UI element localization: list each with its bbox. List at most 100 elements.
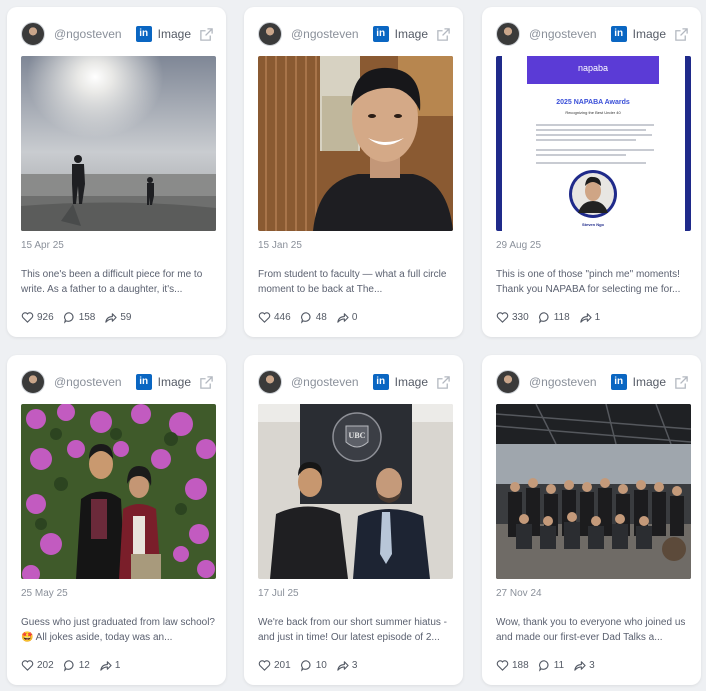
engagement-stats: 202 12 1 [21, 659, 129, 672]
likes-count: 201 [274, 660, 291, 671]
comments-stat: 12 [63, 659, 90, 672]
comment-icon [538, 660, 549, 672]
author-handle[interactable]: @ngosteven [54, 27, 122, 41]
engagement-stats: 201 10 3 [258, 659, 366, 672]
post-type-label: Image [632, 27, 666, 41]
post-card[interactable]: @ngosteven in Image [7, 355, 226, 685]
comments-count: 11 [553, 660, 565, 671]
heart-icon [21, 312, 34, 323]
card-header: @ngosteven in Image [496, 369, 689, 395]
napaba-awards-email: napaba 2025 NAPABA Awards Recognizing th… [496, 56, 691, 231]
post-caption[interactable]: Wow, thank you to everyone who joined us… [496, 615, 692, 645]
ubc-seal-text: UBC [349, 431, 366, 440]
author-handle[interactable]: @ngosteven [54, 375, 122, 389]
platform-badge: in Image [610, 26, 689, 42]
comment-icon [538, 312, 549, 324]
post-image[interactable]: napaba 2025 NAPABA Awards Recognizing th… [496, 56, 691, 231]
author-handle[interactable]: @ngosteven [291, 375, 359, 389]
post-type-label: Image [394, 375, 428, 389]
post-date: 17 Jul 25 [258, 588, 299, 599]
likes-count: 446 [274, 312, 291, 323]
shares-count: 3 [351, 660, 358, 671]
avatar[interactable] [496, 22, 520, 46]
avatar[interactable] [496, 370, 520, 394]
comment-icon [63, 312, 74, 324]
avatar[interactable] [258, 370, 282, 394]
post-caption[interactable]: This is one of those "pinch me" moments!… [496, 267, 692, 297]
post-date: 15 Apr 25 [21, 240, 64, 251]
award-name: Steven Ngo [582, 222, 605, 227]
comments-stat: 11 [538, 659, 564, 672]
shares-stat: 0 [336, 311, 358, 324]
external-link-icon[interactable] [436, 27, 451, 42]
post-card[interactable]: @ngosteven in Image [7, 7, 226, 337]
shares-count: 59 [120, 312, 132, 323]
awards-subheading: Recognizing the Best Under 40 [565, 110, 621, 115]
share-icon [574, 661, 586, 671]
comments-count: 10 [315, 660, 327, 671]
likes-stat: 188 [496, 659, 529, 672]
comment-icon [63, 660, 74, 672]
post-type-label: Image [632, 375, 666, 389]
post-image[interactable]: UBC [258, 404, 453, 579]
platform-badge: in Image [135, 374, 214, 390]
share-icon [100, 661, 112, 671]
post-date: 15 Jan 25 [258, 240, 302, 251]
post-card[interactable]: @ngosteven in Image UBC 17 Jul 25 We're … [244, 355, 463, 685]
share-icon [337, 313, 349, 323]
platform-badge: in Image [372, 374, 451, 390]
avatar[interactable] [258, 22, 282, 46]
linkedin-icon: in [372, 26, 389, 42]
avatar[interactable] [21, 370, 45, 394]
comment-icon [300, 312, 311, 324]
post-card[interactable]: @ngosteven in Image napaba 2025 NAPABA A… [482, 7, 701, 337]
heart-icon [496, 312, 509, 323]
linkedin-icon: in [372, 374, 389, 390]
comments-count: 158 [78, 312, 96, 323]
comment-icon [300, 660, 311, 672]
shares-count: 1 [114, 660, 121, 671]
author-handle[interactable]: @ngosteven [529, 27, 597, 41]
post-date: 29 Aug 25 [496, 240, 542, 251]
external-link-icon[interactable] [436, 375, 451, 390]
shares-stat: 1 [579, 311, 601, 324]
linkedin-icon: in [610, 374, 627, 390]
platform-badge: in Image [135, 26, 214, 42]
external-link-icon[interactable] [199, 27, 214, 42]
post-type-label: Image [157, 375, 191, 389]
card-header: @ngosteven in Image [258, 369, 451, 395]
silhouette-beach-photo [21, 56, 216, 231]
post-card[interactable]: @ngosteven in Image [244, 7, 463, 337]
post-caption[interactable]: From student to faculty — what a full ci… [258, 267, 454, 297]
post-image[interactable] [21, 56, 216, 231]
card-header: @ngosteven in Image [496, 21, 689, 47]
post-image[interactable] [21, 404, 216, 579]
post-image[interactable] [258, 56, 453, 231]
selfie-hallway-photo [258, 56, 453, 231]
post-caption[interactable]: Guess who just graduated from law school… [21, 615, 217, 645]
likes-stat: 202 [21, 659, 54, 672]
likes-count: 926 [37, 312, 54, 323]
author-handle[interactable]: @ngosteven [529, 375, 597, 389]
external-link-icon[interactable] [674, 27, 689, 42]
platform-badge: in Image [610, 374, 689, 390]
card-header: @ngosteven in Image [21, 21, 214, 47]
card-header: @ngosteven in Image [21, 369, 214, 395]
post-caption[interactable]: We're back from our short summer hiatus … [258, 615, 454, 645]
engagement-stats: 926 158 59 [21, 311, 141, 324]
post-type-label: Image [394, 27, 428, 41]
external-link-icon[interactable] [199, 375, 214, 390]
engagement-stats: 446 48 0 [258, 311, 366, 324]
post-image[interactable] [496, 404, 691, 579]
shares-count: 0 [351, 312, 358, 323]
shares-count: 1 [594, 312, 601, 323]
heart-icon [258, 312, 271, 323]
engagement-stats: 188 11 3 [496, 659, 604, 672]
avatar[interactable] [21, 22, 45, 46]
post-caption[interactable]: This one's been a difficult piece for me… [21, 267, 217, 297]
linkedin-icon: in [135, 374, 152, 390]
author-handle[interactable]: @ngosteven [291, 27, 359, 41]
external-link-icon[interactable] [674, 375, 689, 390]
post-card[interactable]: @ngosteven in Image [482, 355, 701, 685]
shares-stat: 3 [336, 659, 358, 672]
